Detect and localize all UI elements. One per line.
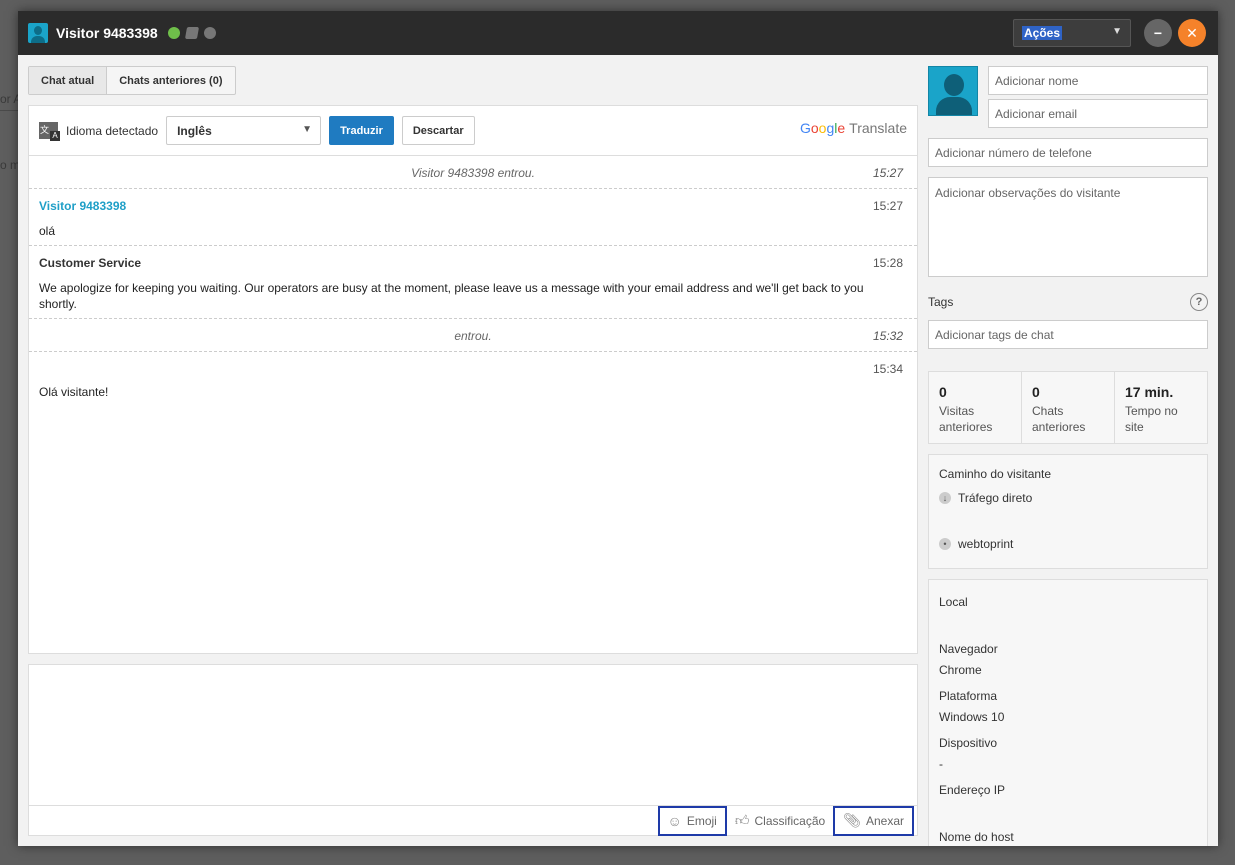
- browser-label: Navegador: [939, 642, 998, 656]
- chevron-down-icon: ▼: [302, 124, 313, 135]
- tab-previous-chats[interactable]: Chats anteriores (0): [107, 67, 234, 94]
- chrome-browser-icon: [167, 27, 180, 39]
- tags-label: Tags: [928, 295, 954, 309]
- tags-input[interactable]: Adicionar tags de chat: [928, 320, 1208, 349]
- message-author: Visitor 9483398: [39, 199, 127, 213]
- compose-toolbar: ☺ Emoji 👍︎ Classificação 📎︎ Anexar: [29, 805, 917, 836]
- smiley-icon: ☺: [667, 812, 682, 829]
- visitor-technical-info: Local Navegador Chrome Plataforma Window…: [928, 579, 1208, 846]
- visitor-stats: 0 Visitas anteriores 0 Chats anteriores …: [928, 371, 1208, 444]
- platform-label: Plataforma: [939, 689, 998, 703]
- chat-message: Visitor 9483398 olá 15:27: [29, 189, 917, 246]
- close-button[interactable]: ✕: [1178, 19, 1206, 47]
- path-item: ↓ Tráfego direto: [939, 491, 1197, 505]
- stat-label: Chats anteriores: [1032, 404, 1086, 434]
- actions-dropdown-label: Ações: [1022, 26, 1063, 40]
- stat-previous-visits: 0 Visitas anteriores: [929, 372, 1022, 443]
- device-value: -: [939, 757, 943, 771]
- stat-time-on-site: 17 min. Tempo no site: [1115, 372, 1207, 443]
- device-icon: [203, 27, 216, 39]
- visitor-path: Caminho do visitante ↓ Tráfego direto • …: [928, 454, 1208, 569]
- emoji-button[interactable]: ☺ Emoji: [657, 805, 727, 836]
- visitor-avatar: [928, 66, 978, 116]
- stat-previous-chats: 0 Chats anteriores: [1022, 372, 1115, 443]
- message-author: Customer Service: [39, 256, 142, 270]
- message-time: 15:34: [872, 362, 903, 376]
- rating-button[interactable]: 👍︎ Classificação: [727, 806, 833, 836]
- windows-os-icon: [184, 27, 199, 39]
- stat-value: 0: [1032, 384, 1040, 400]
- message-text: We apologize for keeping you waiting. Ou…: [39, 281, 864, 311]
- message-time: 15:32: [872, 329, 903, 343]
- browser-value: Chrome: [939, 663, 982, 677]
- chevron-down-icon: ▼: [1112, 26, 1122, 37]
- visitor-path-title: Caminho do visitante: [939, 467, 1052, 481]
- stat-value: 17 min.: [1125, 384, 1174, 400]
- minimize-button[interactable]: −: [1144, 19, 1172, 47]
- path-item: • webtoprint: [939, 537, 1197, 551]
- notes-textarea[interactable]: Adicionar observações do visitante: [928, 177, 1208, 277]
- help-icon[interactable]: ?: [1190, 293, 1208, 311]
- actions-dropdown[interactable]: Ações ▼: [1013, 19, 1131, 47]
- message-compose-area[interactable]: ☺ Emoji 👍︎ Classificação 📎︎ Anexar: [28, 664, 918, 836]
- chat-message: Customer Service We apologize for keepin…: [29, 246, 917, 319]
- ip-label: Endereço IP: [939, 783, 1006, 797]
- chat-tabs: Chat atual Chats anteriores (0): [28, 66, 236, 95]
- platform-value: Windows 10: [939, 710, 1005, 724]
- discard-button[interactable]: Descartar: [401, 116, 475, 145]
- dot-icon: •: [939, 538, 951, 550]
- background-text: o m: [0, 158, 21, 172]
- chat-transcript-panel: 文 Idioma detectado Inglês ▼ Traduzir Des…: [28, 105, 918, 654]
- email-input[interactable]: Adicionar email: [988, 99, 1208, 128]
- stat-label: Tempo no site: [1125, 404, 1178, 434]
- path-item-label: webtoprint: [958, 537, 1014, 551]
- rating-label: Classificação: [754, 813, 826, 828]
- paperclip-icon: 📎︎: [843, 812, 861, 828]
- translate-bar: 文 Idioma detectado Inglês ▼ Traduzir Des…: [29, 106, 917, 156]
- language-select[interactable]: Inglês ▼: [166, 116, 322, 145]
- stat-value: 0: [939, 384, 947, 400]
- message-text: Olá visitante!: [39, 385, 109, 399]
- name-input[interactable]: Adicionar nome: [988, 66, 1208, 95]
- attach-button[interactable]: 📎︎ Anexar: [833, 805, 914, 836]
- message-text: Visitor 9483398 entrou.: [411, 166, 535, 180]
- system-message: Visitor 9483398 entrou. 15:27: [29, 156, 917, 189]
- window-titlebar: Visitor 9483398 Ações ▼ − ✕: [18, 11, 1218, 55]
- tab-current-chat[interactable]: Chat atual: [29, 67, 108, 94]
- message-time: 15:28: [872, 256, 903, 270]
- language-select-value: Inglês: [177, 123, 212, 138]
- system-message: entrou. 15:32: [29, 319, 917, 352]
- thumbs-up-icon: 👍︎: [734, 812, 750, 828]
- hostname-label: Nome do host: [939, 830, 1014, 844]
- attach-label: Anexar: [865, 813, 904, 828]
- chat-message: Olá visitante! 15:34: [29, 352, 917, 412]
- arrow-down-icon: ↓: [939, 492, 951, 504]
- emoji-label: Emoji: [686, 813, 717, 828]
- message-text: olá: [39, 224, 56, 238]
- window-title: Visitor 9483398: [56, 25, 158, 41]
- visitor-chat-window: Visitor 9483398 Ações ▼ − ✕ Chat atual C…: [18, 11, 1218, 846]
- device-label: Dispositivo: [939, 736, 998, 750]
- location-label: Local: [939, 595, 968, 609]
- visitor-avatar-icon: [28, 23, 48, 43]
- stat-label: Visitas anteriores: [939, 404, 993, 434]
- message-time: 15:27: [872, 199, 903, 213]
- translate-icon: 文: [39, 122, 60, 141]
- translate-button[interactable]: Traduzir: [329, 116, 394, 145]
- path-item-label: Tráfego direto: [958, 491, 1033, 505]
- phone-input[interactable]: Adicionar número de telefone: [928, 138, 1208, 167]
- google-translate-logo: Google Translate: [799, 120, 907, 136]
- message-time: 15:27: [872, 166, 903, 180]
- background-divider: [0, 110, 18, 111]
- detected-language-label: Idioma detectado: [66, 123, 159, 138]
- message-text: entrou.: [454, 329, 492, 343]
